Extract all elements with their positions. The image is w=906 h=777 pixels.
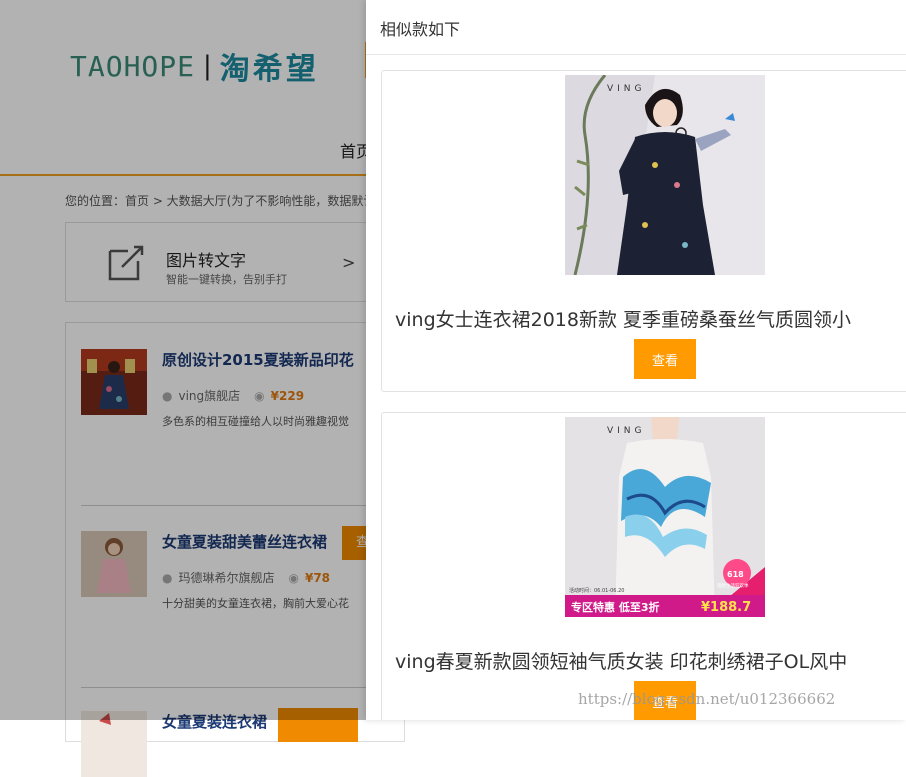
product-thumbnail[interactable] [81, 711, 147, 777]
promo-badge: 618 [727, 570, 744, 579]
similar-items-panel: 相似款如下 VING ving女士连衣裙2018新款 夏季重磅桑蚕丝气质圆领小 … [366, 0, 906, 720]
product-image[interactable]: VING 618 理想生活狂欢季 活动时间：06.01-06.20 专区特惠 低… [565, 417, 765, 617]
promo-tag: 专区特惠 低至3折 [571, 600, 659, 614]
similar-item-card: VING 618 理想生活狂欢季 活动时间：06.01-06.20 专区特惠 低… [381, 412, 906, 720]
product-title[interactable]: ving女士连衣裙2018新款 夏季重磅桑蚕丝气质圆领小 [395, 305, 851, 332]
product-image[interactable]: VING [565, 75, 765, 275]
similar-item-card: VING ving女士连衣裙2018新款 夏季重磅桑蚕丝气质圆领小 查看 [381, 70, 906, 392]
promo-price: ¥188.7 [701, 600, 751, 615]
brand-label: VING [607, 426, 646, 436]
url-watermark: https://blog.csdn.net/u012366662 [578, 690, 836, 708]
panel-title: 相似款如下 [380, 20, 461, 39]
brand-label: VING [607, 84, 646, 94]
promo-badge-sub: 理想生活狂欢季 [717, 582, 749, 589]
promo-date: 活动时间：06.01-06.20 [569, 587, 624, 594]
view-button[interactable]: 查看 [634, 339, 696, 379]
product-title[interactable]: ving春夏新款圆领短袖气质女装 印花刺绣裙子OL风中 [395, 647, 847, 674]
panel-header-divider [366, 54, 906, 55]
